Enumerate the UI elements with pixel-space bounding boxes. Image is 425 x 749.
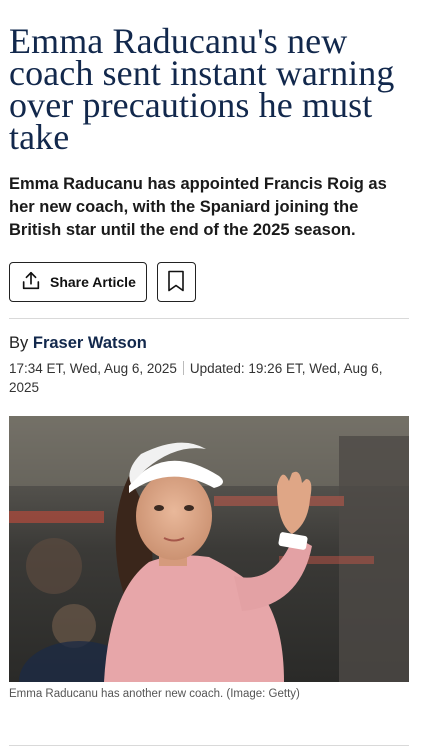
tennis-player-photo [9, 416, 409, 682]
article-hero-image [9, 416, 409, 682]
byline: By Fraser Watson [9, 334, 409, 353]
article: Emma Raducanu's new coach sent instant w… [9, 0, 409, 700]
bottom-divider [9, 745, 409, 746]
share-article-label: Share Article [50, 274, 136, 290]
date-separator [182, 361, 184, 375]
article-headline: Emma Raducanu's new coach sent instant w… [9, 21, 395, 157]
image-caption: Emma Raducanu has another new coach. (Im… [9, 688, 409, 700]
byline-prefix: By [9, 334, 29, 352]
share-article-button[interactable]: Share Article [9, 262, 147, 302]
byline-divider [9, 318, 409, 319]
share-upload-icon [20, 270, 42, 295]
published-time: 17:34 ET, Wed, Aug 6, 2025 [9, 361, 177, 376]
author-link[interactable]: Fraser Watson [33, 334, 147, 352]
article-standfirst: Emma Raducanu has appointed Francis Roig… [9, 175, 387, 239]
bookmark-icon [167, 270, 185, 295]
article-dates: 17:34 ET, Wed, Aug 6, 2025 Updated: 19:26… [9, 359, 409, 397]
bookmark-button[interactable] [156, 262, 196, 302]
article-actions: Share Article [9, 262, 409, 302]
image-credit: (Image: Getty) [226, 688, 300, 700]
image-caption-text: Emma Raducanu has another new coach. [9, 688, 224, 700]
